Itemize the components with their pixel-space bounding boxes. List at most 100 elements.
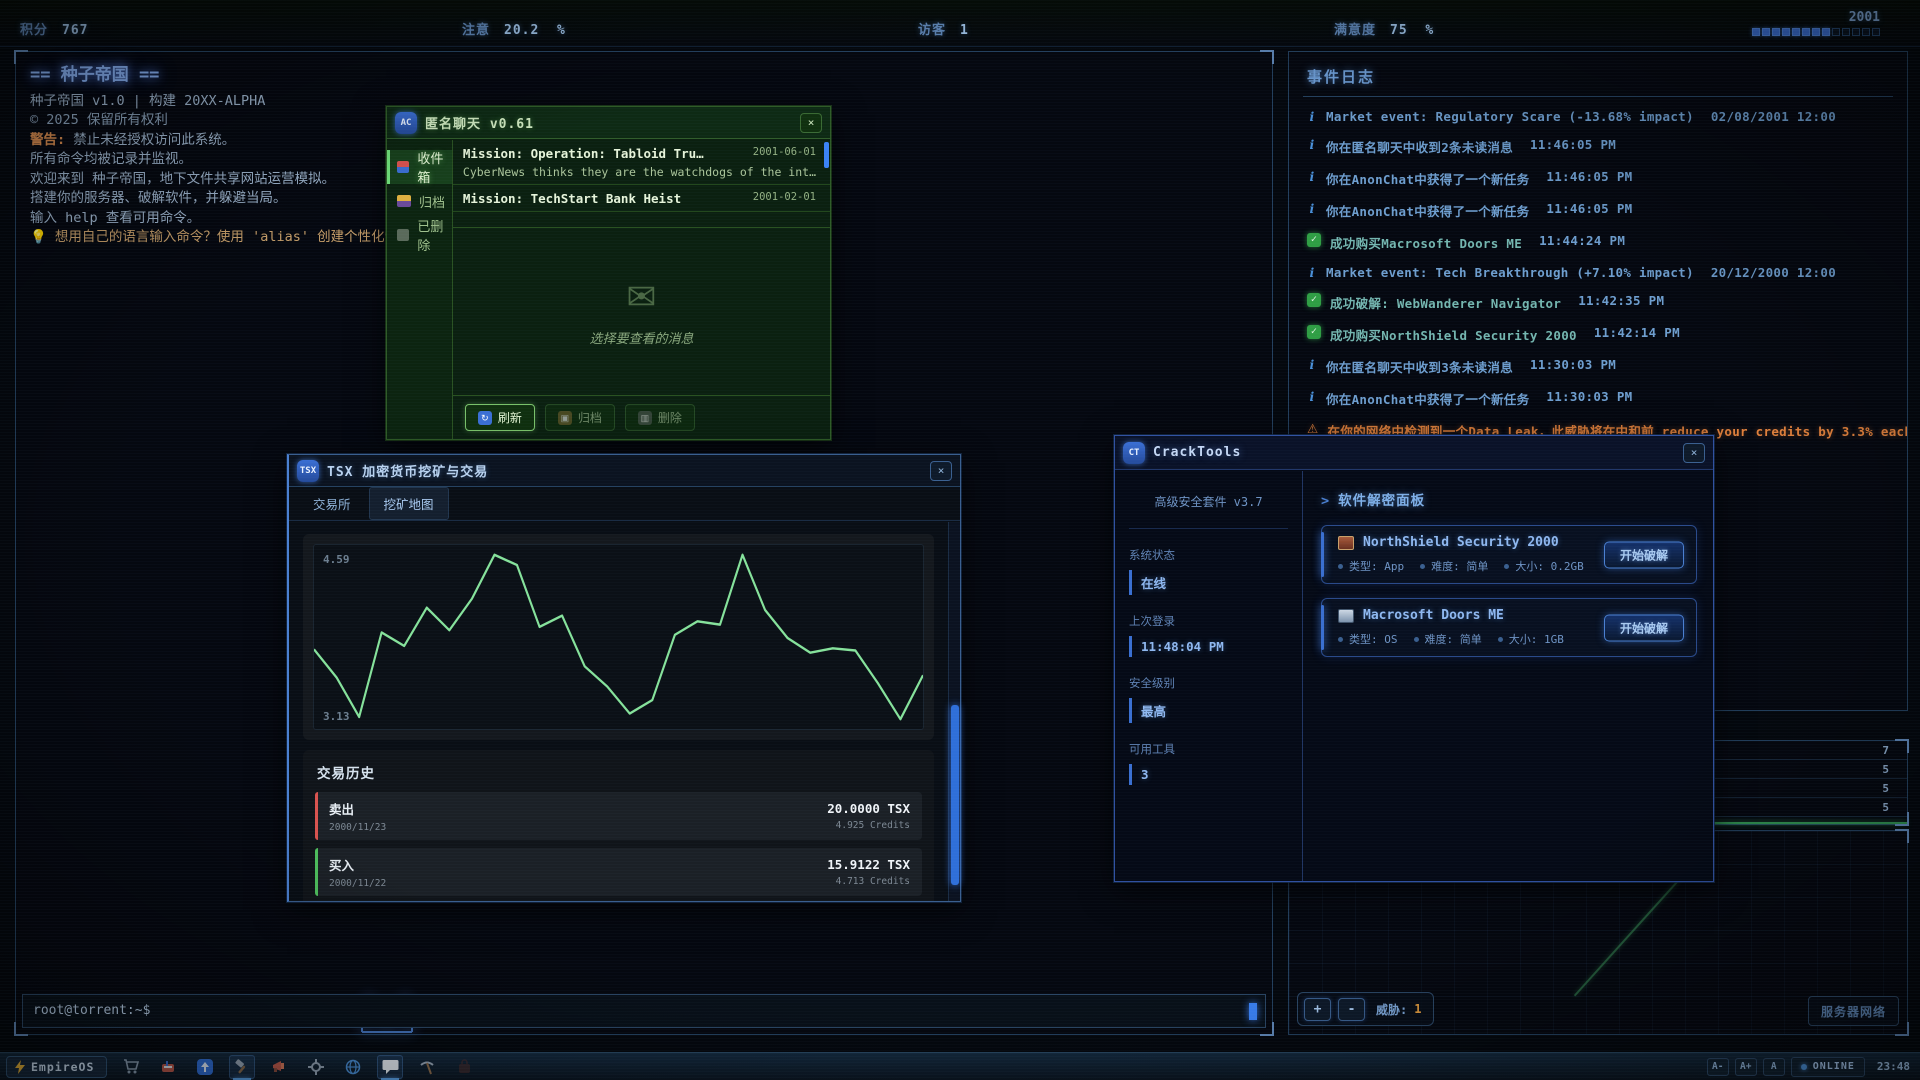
mail-subject: Mission: TechStart Bank Heist	[463, 191, 681, 206]
info-icon: i	[1307, 201, 1317, 216]
taskbar-settings-gear-icon[interactable]	[303, 1055, 329, 1079]
taskbar-build-hammer-icon[interactable]	[229, 1055, 255, 1079]
bullet-icon	[1498, 637, 1503, 642]
folder-inbox[interactable]: 收件箱	[387, 150, 452, 184]
info-icon: i	[1307, 169, 1317, 184]
tab-exchange[interactable]: 交易所	[299, 488, 365, 519]
threat-increase-button[interactable]: +	[1304, 998, 1331, 1021]
tsx-titlebar[interactable]: TSX TSX 加密货币挖矿与交易 ×	[289, 455, 960, 487]
terminal-line: 警告: 禁止未经授权访问此系统。	[30, 131, 439, 151]
taskbar-chat-bubble-icon[interactable]	[377, 1055, 403, 1079]
folder-deleted[interactable]: 已删除	[387, 218, 452, 252]
security-software-icon	[1338, 536, 1354, 550]
progress-pip	[1782, 28, 1790, 36]
terminal-line: 搭建你的服务器、破解软件，并躲避当局。	[30, 189, 439, 209]
score-stat: 积分767	[20, 19, 89, 38]
info-icon: i	[1307, 137, 1317, 152]
font-smaller-button[interactable]: A-	[1707, 1058, 1729, 1076]
progress-pip	[1872, 28, 1880, 36]
log-entry: i你在匿名聊天中收到2条未读消息11:46:05 PM	[1307, 137, 1907, 156]
bullet-icon	[1338, 637, 1343, 642]
progress-pip	[1802, 28, 1810, 36]
chart-min-label: 3.13	[323, 710, 350, 723]
progress-pip	[1822, 28, 1830, 36]
font-reset-button[interactable]: A	[1763, 1058, 1785, 1076]
chart-max-label: 4.59	[323, 553, 350, 566]
start-crack-button[interactable]: 开始破解	[1604, 614, 1684, 641]
terminal-input[interactable]: root@torrent:~$	[22, 994, 1266, 1028]
visitors-stat: 访客1	[918, 19, 969, 38]
terminal-banner: == 种子帝国 ==	[30, 66, 439, 86]
tsx-scrollbar[interactable]	[948, 522, 960, 901]
attention-stat: 注意20.2 %	[462, 19, 566, 38]
cracktools-close-button[interactable]: ×	[1683, 443, 1705, 463]
start-menu-button[interactable]: EmpireOS	[6, 1056, 107, 1078]
suite-version: 高级安全套件 v3.7	[1129, 471, 1288, 529]
server-network-button[interactable]: 服务器网络	[1808, 996, 1899, 1026]
mail-item[interactable]: Mission: Operation: Tabloid Tru… 2001-06…	[453, 140, 830, 185]
trade-date: 2000/11/22	[329, 878, 386, 889]
progress-pip	[1862, 28, 1870, 36]
refresh-button[interactable]: ↻ 刷新	[465, 404, 535, 431]
chevron-right-icon: >	[1321, 493, 1330, 509]
price-line	[314, 555, 923, 719]
mail-list-scrollbar[interactable]	[824, 142, 829, 168]
mail-preview: CyberNews thinks they are the watchdogs …	[463, 165, 816, 179]
taskbar-upload-icon[interactable]	[192, 1055, 218, 1079]
price-chart: 4.59 3.13	[313, 544, 924, 730]
log-entry: ✓成功购买NorthShield Security 200011:42:14 P…	[1307, 325, 1907, 344]
threat-value: 1	[1414, 1002, 1421, 1016]
progress-pip	[1762, 28, 1770, 36]
trade-credits: 4.713 Credits	[827, 876, 910, 887]
mail-list: Mission: Operation: Tabloid Tru… 2001-06…	[453, 140, 830, 228]
font-larger-button[interactable]: A+	[1735, 1058, 1757, 1076]
price-chart-panel: 4.59 3.13	[303, 534, 934, 740]
terminal-tip-line: 💡 想用自己的语言输入命令？使用 'alias' 创建个性化快捷方式	[30, 228, 439, 248]
tsx-close-button[interactable]: ×	[930, 461, 952, 481]
progress-pip	[1842, 28, 1850, 36]
threat-controls: + - 威胁: 1	[1297, 992, 1434, 1026]
mail-item[interactable]: Mission: TechStart Bank Heist 2001-02-01	[453, 185, 830, 212]
archive-button[interactable]: ▣ 归档	[545, 404, 615, 431]
trash-icon	[397, 229, 409, 241]
crack-target-card: NorthShield Security 2000 类型: App 难度: 简单…	[1321, 525, 1697, 584]
threat-decrease-button[interactable]: -	[1338, 998, 1365, 1021]
delete-button[interactable]: ▥ 删除	[625, 404, 695, 431]
check-icon: ✓	[1307, 293, 1321, 307]
trade-row-sell: 卖出 2000/11/23 20.0000 TSX 4.925 Credits	[315, 792, 922, 840]
taskbar: EmpireOS A-	[0, 1052, 1920, 1080]
online-dot-icon	[1801, 1064, 1807, 1070]
taskbar-mailbox-icon[interactable]	[155, 1055, 181, 1079]
cracktools-title: CrackTools	[1153, 445, 1241, 460]
attention-value: 20.2	[504, 23, 539, 38]
cracktools-titlebar[interactable]: CT CrackTools ×	[1115, 436, 1713, 470]
taskbar-network-globe-icon[interactable]	[340, 1055, 366, 1079]
progress-pip	[1792, 28, 1800, 36]
inbox-icon	[397, 161, 409, 173]
folder-archive[interactable]: 归档	[387, 184, 452, 218]
taskbar-mining-pickaxe-icon[interactable]	[414, 1055, 440, 1079]
mail-reader-empty-state: ✉ 选择要查看的消息	[453, 228, 830, 395]
last-login-field: 上次登录 11:48:04 PM	[1129, 613, 1288, 657]
archive-icon	[397, 195, 411, 207]
anonchat-titlebar[interactable]: AC 匿名聊天 v0.61 ×	[387, 107, 830, 139]
progress-pip	[1852, 28, 1860, 36]
anonchat-title: 匿名聊天 v0.61	[425, 113, 534, 132]
divider	[1303, 96, 1893, 97]
taskbar-shop-cart-icon[interactable]	[118, 1055, 144, 1079]
taskbar-market-bag-icon[interactable]	[451, 1055, 477, 1079]
progress-pip	[1832, 28, 1840, 36]
log-entry: ✓成功破解: WebWanderer Navigator11:42:35 PM	[1307, 293, 1907, 312]
trade-date: 2000/11/23	[329, 822, 386, 833]
envelope-icon: ✉	[626, 277, 656, 318]
taskbar-megaphone-icon[interactable]	[266, 1055, 292, 1079]
tab-mining-map[interactable]: 挖矿地图	[369, 487, 449, 520]
anonchat-close-button[interactable]: ×	[800, 113, 822, 133]
top-status-bar: 积分767 注意20.2 % 访客1 满意度75 % 2001	[0, 0, 1920, 47]
terminal-line: 输入 help 查看可用命令。	[30, 209, 439, 229]
terminal-line: 种子帝国 v1.0 | 构建 20XX-ALPHA	[30, 92, 439, 112]
taskbar-clock: 23:48	[1877, 1060, 1910, 1073]
start-crack-button[interactable]: 开始破解	[1604, 541, 1684, 568]
bullet-icon	[1338, 564, 1343, 569]
tsx-scrollbar-thumb[interactable]	[951, 705, 959, 885]
